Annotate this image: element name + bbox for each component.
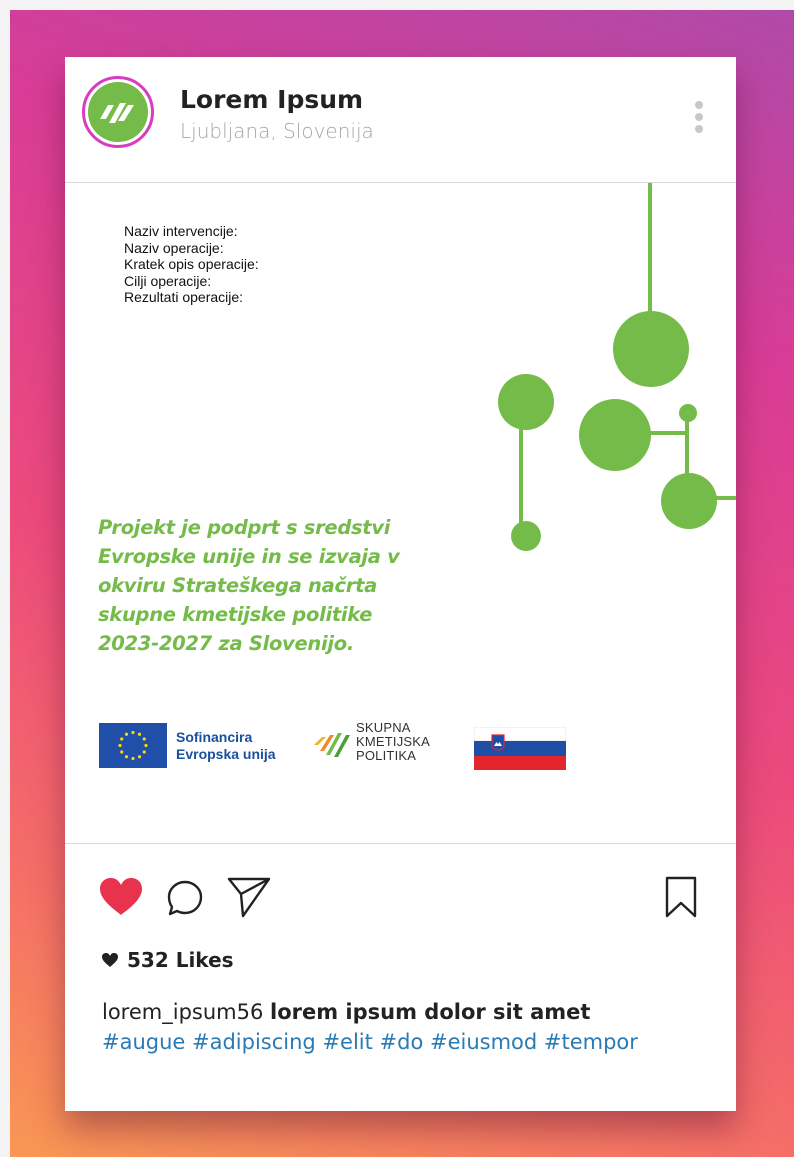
post-username[interactable]: Lorem Ipsum [180,85,363,114]
small-heart-icon [102,953,118,967]
more-vertical-icon[interactable] [692,101,706,141]
logo-row: Sofinancira Evropska unija SKUPNA KMETIJ… [65,713,736,783]
post-card: Lorem Ipsum Ljubljana, Slovenija Naziv i… [65,57,736,1111]
bookmark-icon[interactable] [664,875,698,919]
eu-flag-icon [99,723,167,768]
post-location[interactable]: Ljubljana, Slovenija [180,119,374,143]
statement-line: okviru Strateškega načrta [98,574,377,597]
statement-line: 2023-2027 za Slovenijo. [98,632,354,655]
slovenia-flag-icon [474,727,566,770]
eu-funding-text: Sofinancira Evropska unija [176,729,276,762]
likes-row[interactable]: 532 Likes [101,948,234,972]
statement-line: Evropske unije in se izvaja v [98,545,400,568]
heart-icon[interactable] [98,877,144,917]
hashtags[interactable]: #augue #adipiscing #elit #do #eiusmod #t… [102,1027,742,1057]
comment-icon[interactable] [166,879,204,917]
post-image: Naziv intervencije: Naziv operacije: Kra… [65,183,736,843]
post-header: Lorem Ipsum Ljubljana, Slovenija [65,57,736,183]
likes-count: 532 Likes [127,948,234,972]
funding-statement: Projekt je podprt s sredstvi Evropske un… [98,513,438,658]
caption-text: lorem ipsum dolor sit amet [270,1000,591,1024]
post-caption: lorem_ipsum56 lorem ipsum dolor sit amet… [102,997,742,1057]
avatar[interactable] [82,76,154,148]
statement-line: skupne kmetijske politike [98,603,373,626]
caption-username[interactable]: lorem_ipsum56 [102,1000,263,1024]
action-bar [65,844,736,934]
statement-line: Projekt je podprt s sredstvi [98,516,391,539]
avatar-logo [88,82,148,142]
skp-logo-text: SKUPNA KMETIJSKA POLITIKA [356,720,431,763]
share-icon[interactable] [226,875,272,919]
